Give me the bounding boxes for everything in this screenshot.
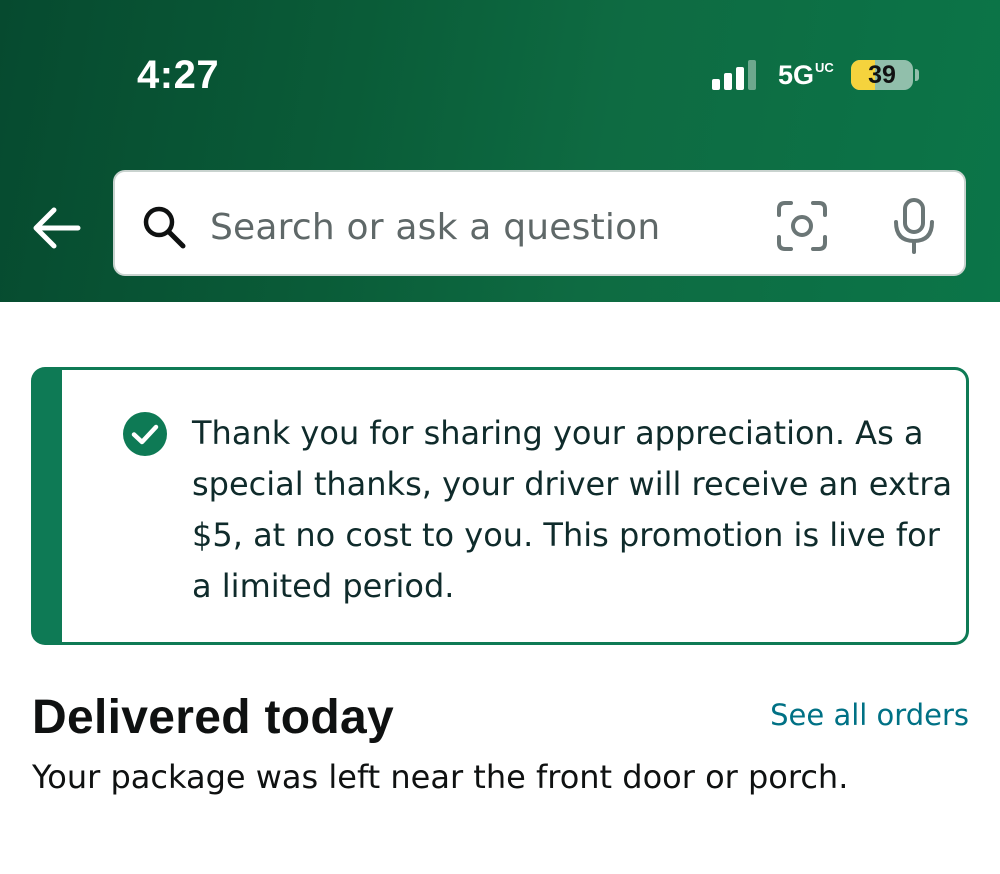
search-icon[interactable] <box>141 204 187 250</box>
appreciation-alert: Thank you for sharing your appreciation.… <box>31 367 969 645</box>
network-badge: UC <box>815 60 834 75</box>
battery-level: 39 <box>868 61 896 89</box>
delivery-status-title: Delivered today <box>32 691 394 744</box>
battery-nub <box>915 69 919 81</box>
camera-lens-icon[interactable] <box>775 199 829 253</box>
alert-message: Thank you for sharing your appreciation.… <box>192 414 953 605</box>
network-indicator: 5GUC <box>778 60 834 90</box>
app-header: 4:27 5GUC 39 Search or ask a question <box>0 0 1000 302</box>
search-input[interactable]: Search or ask a question <box>210 206 660 250</box>
status-time: 4:27 <box>137 53 220 97</box>
back-arrow-icon[interactable] <box>28 204 84 252</box>
search-bar[interactable]: Search or ask a question <box>113 170 966 276</box>
delivery-status-subtitle: Your package was left near the front doo… <box>32 758 849 796</box>
check-circle-icon <box>123 412 167 456</box>
signal-strength-icon <box>712 60 756 90</box>
microphone-icon[interactable] <box>886 197 942 255</box>
see-all-orders-link[interactable]: See all orders <box>770 696 969 734</box>
battery-icon: 39 <box>851 60 913 90</box>
